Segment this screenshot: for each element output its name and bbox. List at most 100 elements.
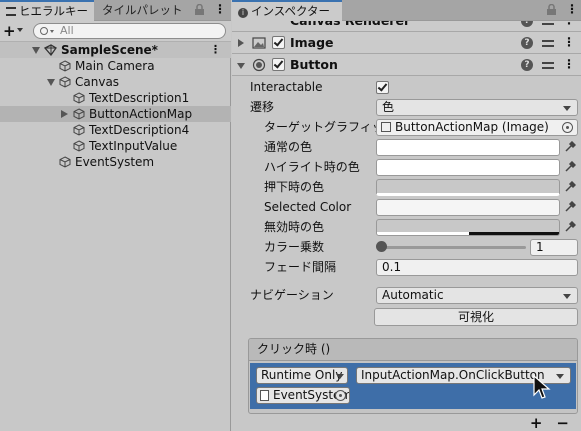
hierarchy-panel: ヒエラルキー タイルパレット ⋮ + All SampleScene* ⋮ Ma… — [0, 0, 231, 431]
tab-tile-palette[interactable]: タイルパレット — [96, 0, 196, 21]
prop-color-multiplier: カラー乗数 1 — [232, 237, 581, 257]
expand-arrow-icon[interactable] — [32, 47, 40, 54]
inspector-tabbar: i インスペクター ⋮ — [232, 0, 581, 21]
tree-item-main-camera[interactable]: Main Camera — [0, 58, 231, 74]
gameobject-icon — [59, 60, 71, 72]
interactable-checkbox[interactable] — [376, 81, 389, 94]
tree-item-text-description1[interactable]: TextDescription1 — [0, 90, 231, 106]
event-listener-row[interactable]: Runtime Only InputActionMap.OnClickButto… — [250, 363, 576, 409]
hierarchy-toolbar: + All — [0, 21, 231, 42]
kebab-menu-icon[interactable]: ⋮ — [563, 58, 575, 71]
visualize-button[interactable]: 可視化 — [374, 308, 578, 326]
object-picker-icon[interactable] — [562, 122, 573, 133]
chevron-down-icon — [336, 374, 344, 379]
fade-duration-input[interactable]: 0.1 — [376, 259, 578, 276]
navigation-dropdown[interactable]: Automatic — [376, 287, 578, 304]
prop-normal-color: 通常の色 — [232, 137, 581, 157]
visualize-label: 可視化 — [457, 310, 494, 324]
prop-highlight-color: ハイライト時の色 — [232, 157, 581, 177]
tree-item-label: EventSystem — [75, 155, 155, 169]
expand-arrow-icon[interactable] — [47, 79, 55, 86]
tree-item-label: Main Camera — [75, 59, 155, 73]
tree-item-text-input-value[interactable]: TextInputValue — [0, 138, 231, 154]
inspector-panel: iインスペクター ⋮ Canvas Renderer ? ⋮ Image ? ⋮… — [232, 0, 581, 431]
tree-item-label: Canvas — [75, 75, 120, 89]
eyedropper-icon[interactable] — [564, 160, 577, 176]
tree-item-event-system[interactable]: EventSystem — [0, 154, 231, 170]
eyedropper-icon[interactable] — [564, 140, 577, 156]
chevron-down-icon — [50, 30, 54, 33]
dropdown-value: InputActionMap.OnClickButton — [361, 368, 545, 382]
prop-label: ハイライト時の色 — [264, 160, 360, 174]
enabled-checkbox[interactable] — [272, 58, 285, 71]
tree-item-label: TextDescription1 — [89, 91, 190, 105]
color-multiplier-slider-knob[interactable] — [376, 241, 387, 252]
tree-item-button-action-map[interactable]: ButtonActionMap — [0, 106, 231, 122]
event-object-field[interactable]: EventSystem — [256, 387, 350, 404]
prop-selected-color: Selected Color — [232, 197, 581, 217]
fold-arrow-icon[interactable] — [237, 63, 245, 69]
unity-scene-icon — [44, 44, 57, 56]
kebab-menu-icon[interactable]: ⋮ — [214, 3, 226, 16]
component-image[interactable]: Image ? ⋮ — [232, 32, 581, 54]
target-graphic-field[interactable]: ButtonActionMap (Image) — [376, 119, 578, 136]
normal-color-swatch[interactable] — [376, 139, 560, 156]
checkmark-icon — [377, 81, 388, 92]
component-button[interactable]: Button ? ⋮ — [232, 54, 581, 76]
fold-arrow-icon[interactable] — [238, 39, 244, 47]
pressed-color-swatch[interactable] — [376, 179, 560, 196]
selected-color-swatch[interactable] — [376, 199, 560, 216]
alpha-bar — [469, 232, 559, 235]
preset-icon[interactable] — [542, 59, 554, 71]
kebab-menu-icon[interactable]: ⋮ — [563, 36, 575, 49]
gameobject-icon — [59, 156, 71, 168]
chevron-down-icon[interactable] — [17, 28, 23, 32]
tab-inspector-label: インスペクター — [251, 4, 331, 18]
component-canvas-renderer[interactable]: Canvas Renderer ? ⋮ — [232, 21, 581, 32]
expand-arrow-icon[interactable] — [61, 110, 68, 118]
kebab-menu-icon[interactable]: ⋮ — [210, 44, 221, 56]
color-multiplier-slider-track[interactable] — [380, 246, 526, 249]
object-field-value: ButtonActionMap (Image) — [395, 120, 549, 134]
hierarchy-tabbar: ヒエラルキー タイルパレット ⋮ — [0, 0, 231, 21]
tab-inspector[interactable]: i インスペクター — [232, 0, 342, 21]
help-icon[interactable]: ? — [521, 37, 533, 49]
scene-row[interactable]: SampleScene* ⋮ — [0, 42, 231, 58]
lock-icon[interactable] — [194, 3, 206, 16]
help-icon[interactable]: ? — [521, 21, 533, 27]
gameobject-icon — [73, 92, 85, 104]
tree-item-text-description4[interactable]: TextDescription4 — [0, 122, 231, 138]
remove-listener-button[interactable]: − — [556, 414, 569, 431]
kebab-menu-icon[interactable]: ⋮ — [563, 21, 575, 27]
highlight-color-swatch[interactable] — [376, 159, 560, 176]
create-button[interactable]: + — [3, 23, 16, 39]
disabled-color-swatch[interactable] — [376, 219, 560, 236]
dropdown-value: Automatic — [382, 288, 444, 302]
runtime-dropdown[interactable]: Runtime Only — [256, 367, 348, 384]
search-input[interactable]: All — [33, 23, 226, 39]
prop-fade-duration: フェード間隔 0.1 — [232, 257, 581, 277]
eyedropper-icon[interactable] — [564, 200, 577, 216]
object-picker-icon[interactable] — [335, 390, 346, 401]
eyedropper-icon[interactable] — [564, 180, 577, 196]
gameobject-icon — [73, 108, 85, 120]
help-icon[interactable]: ? — [521, 59, 533, 71]
color-multiplier-input[interactable]: 1 — [530, 239, 578, 256]
tree-item-canvas[interactable]: Canvas — [0, 74, 231, 90]
tree-item-label: TextDescription4 — [89, 123, 190, 137]
transition-dropdown[interactable]: 色 — [376, 99, 578, 116]
script-icon — [260, 390, 269, 401]
add-listener-button[interactable]: + — [530, 414, 543, 431]
lock-icon[interactable] — [546, 3, 558, 16]
enabled-checkbox[interactable] — [272, 36, 285, 49]
eyedropper-icon[interactable] — [564, 220, 577, 236]
preset-icon[interactable] — [542, 37, 554, 49]
inspector-tab-icons: ⋮ — [546, 3, 578, 16]
tab-hierarchy[interactable]: ヒエラルキー — [0, 0, 94, 21]
gameobject-icon — [73, 140, 85, 152]
chevron-down-icon — [563, 106, 571, 111]
prop-pressed-color: 押下時の色 — [232, 177, 581, 197]
kebab-menu-icon[interactable]: ⋮ — [566, 3, 578, 16]
preset-icon[interactable] — [542, 21, 554, 27]
gameobject-icon — [73, 124, 85, 136]
